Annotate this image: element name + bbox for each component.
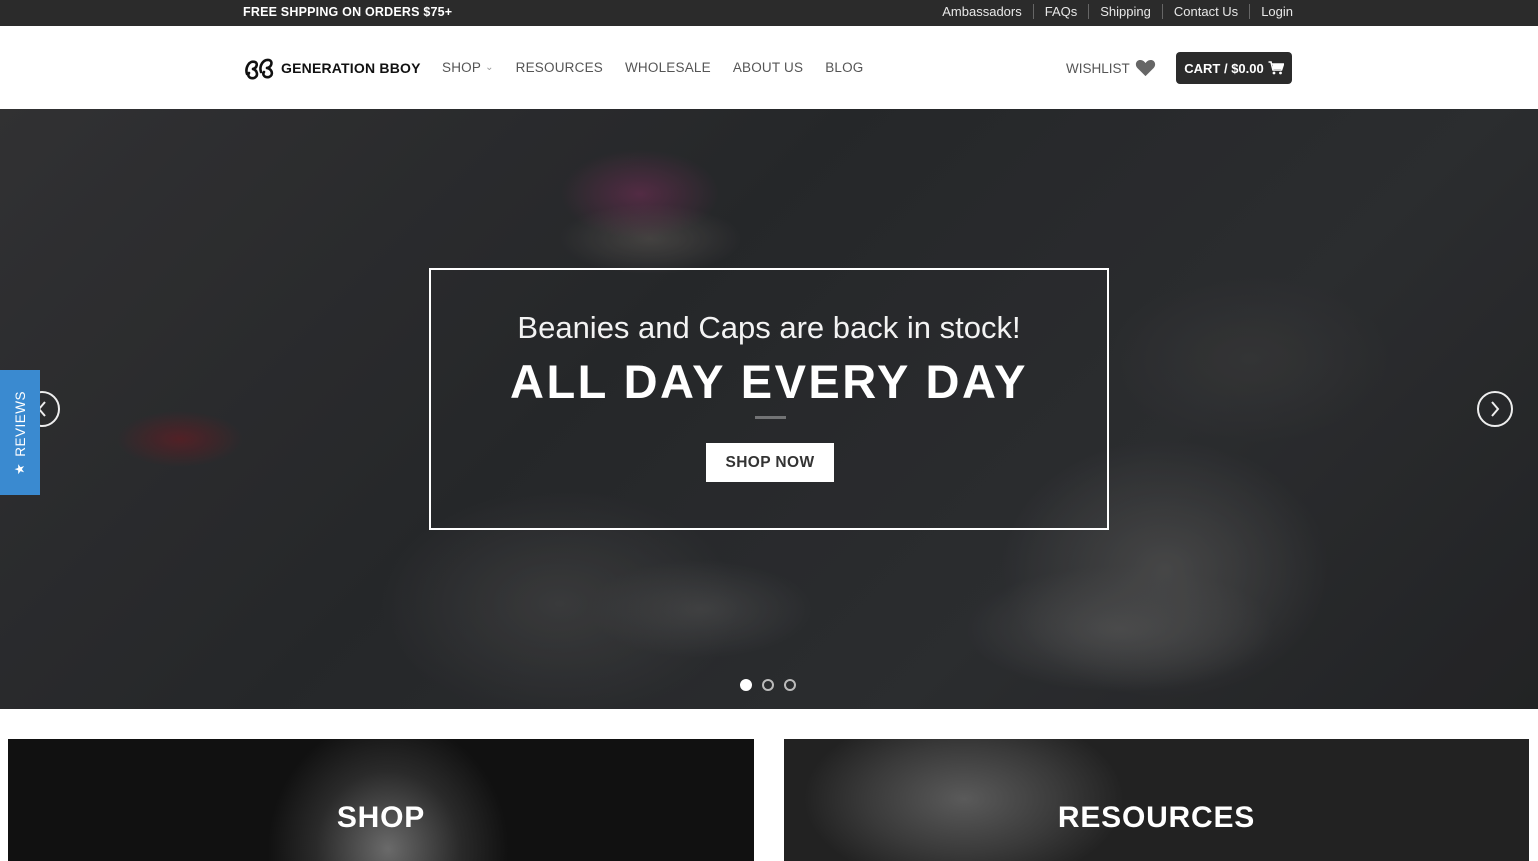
- hero-title: ALL DAY EVERY DAY: [510, 355, 1028, 408]
- top-bar: FREE SHPPING ON ORDERS $75+ Ambassadors …: [0, 0, 1538, 26]
- reviews-label: REVIEWS: [12, 390, 28, 457]
- contact-us-link[interactable]: Contact Us: [1161, 4, 1249, 19]
- ambassadors-link[interactable]: Ambassadors: [931, 4, 1032, 19]
- chevron-down-icon: ⌄: [485, 62, 494, 73]
- logo[interactable]: GENERATION BBOY: [243, 54, 421, 82]
- star-icon: ★: [12, 462, 28, 475]
- slide-dot-3[interactable]: [784, 679, 796, 691]
- nav-shop-label: SHOP: [442, 60, 482, 75]
- caption-divider: [755, 416, 786, 419]
- heart-icon: [1135, 59, 1155, 77]
- nav-about-us-label: ABOUT US: [732, 60, 804, 75]
- nav-wholesale-label: WHOLESALE: [624, 60, 711, 75]
- shipping-link[interactable]: Shipping: [1088, 4, 1162, 19]
- wishlist-label: WISHLIST: [1066, 60, 1130, 76]
- chevron-right-icon: [1491, 401, 1500, 417]
- nav-shop[interactable]: SHOP ⌄: [442, 60, 494, 75]
- cart-button[interactable]: CART / $0.00: [1176, 52, 1292, 84]
- top-links: Ambassadors FAQs Shipping Contact Us Log…: [931, 4, 1293, 19]
- reviews-tab[interactable]: ★ REVIEWS: [0, 370, 40, 495]
- resources-tile-label: RESOURCES: [1057, 801, 1256, 834]
- faqs-link[interactable]: FAQs: [1032, 4, 1089, 19]
- nav-blog[interactable]: BLOG: [825, 60, 863, 75]
- shop-now-button[interactable]: SHOP NOW: [706, 443, 834, 482]
- nav-resources[interactable]: RESOURCES: [516, 60, 603, 75]
- site-header: GENERATION BBOY SHOP ⌄ RESOURCES WHOLESA…: [0, 26, 1538, 109]
- nav-about-us[interactable]: ABOUT US: [733, 60, 803, 75]
- slide-dot-1[interactable]: [740, 679, 752, 691]
- shop-tile[interactable]: SHOP: [8, 739, 754, 861]
- wishlist-link[interactable]: WISHLIST: [1066, 59, 1156, 77]
- cart-icon: [1268, 61, 1284, 75]
- nav-resources-label: RESOURCES: [515, 60, 603, 75]
- logo-icon: [245, 58, 274, 80]
- nav-blog-label: BLOG: [825, 60, 864, 75]
- logo-text: GENERATION BBOY: [281, 60, 421, 76]
- nav-wholesale[interactable]: WHOLESALE: [625, 60, 711, 75]
- cart-label: CART / $0.00: [1184, 60, 1264, 76]
- slide-dots: [740, 679, 806, 691]
- resources-tile[interactable]: RESOURCES: [784, 739, 1529, 861]
- shop-tile-label: SHOP: [336, 801, 426, 834]
- main-nav: SHOP ⌄ RESOURCES WHOLESALE ABOUT US BLOG: [442, 60, 886, 75]
- hero-slider: Beanies and Caps are back in stock! ALL …: [0, 109, 1538, 709]
- promo-text: FREE SHPPING ON ORDERS $75+: [243, 5, 453, 19]
- next-slide-button[interactable]: [1477, 391, 1513, 427]
- hero-caption: Beanies and Caps are back in stock! ALL …: [429, 268, 1109, 530]
- hero-subtitle: Beanies and Caps are back in stock!: [517, 310, 1021, 345]
- slide-dot-2[interactable]: [762, 679, 774, 691]
- login-link[interactable]: Login: [1249, 4, 1293, 19]
